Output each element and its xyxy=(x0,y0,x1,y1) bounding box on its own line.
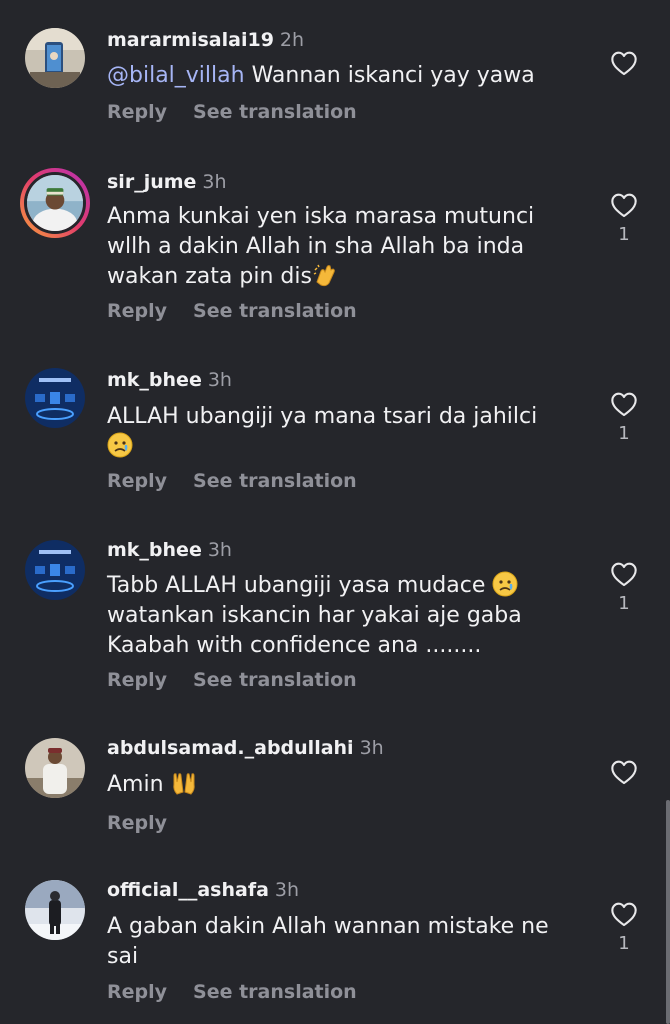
see-translation-button[interactable]: See translation xyxy=(193,467,357,495)
username[interactable]: mk_bhee xyxy=(107,369,202,391)
like-count: 1 xyxy=(618,423,630,444)
open-hands-icon xyxy=(172,773,195,795)
crying-face-icon xyxy=(107,432,133,458)
avatar-photo-icon xyxy=(25,738,85,798)
comment-body: Wannan iskanci yay yawa xyxy=(244,63,535,88)
mention-link[interactable]: @bilal_villah xyxy=(107,63,245,88)
like-count: 1 xyxy=(618,224,630,245)
heart-icon xyxy=(611,760,637,785)
avatar[interactable] xyxy=(25,540,85,600)
reply-button[interactable]: Reply xyxy=(107,809,167,837)
reply-button[interactable]: Reply xyxy=(107,467,167,495)
avatar-photo-icon xyxy=(25,368,85,428)
username[interactable]: mararmisalai19 xyxy=(107,29,274,51)
comment-body: Tabb ALLAH ubangiji yasa mudace xyxy=(107,573,493,598)
comment-body: Amin xyxy=(107,772,171,797)
avatar[interactable] xyxy=(25,28,85,88)
timestamp: 3h xyxy=(207,539,232,561)
heart-icon xyxy=(611,51,637,76)
scrollbar[interactable] xyxy=(666,800,670,1024)
heart-icon xyxy=(611,193,637,218)
avatar-photo-icon xyxy=(25,28,85,88)
username[interactable]: mk_bhee xyxy=(107,539,202,561)
see-translation-button[interactable]: See translation xyxy=(193,98,357,126)
like-button[interactable] xyxy=(609,759,639,785)
username[interactable]: abdulsamad._abdullahi xyxy=(107,737,354,759)
like-button[interactable]: 1 xyxy=(609,391,639,444)
comment-body: watankan iskancin har yakai aje gaba Kaa… xyxy=(107,603,522,658)
comment-text: @bilal_villah Wannan iskanci yay yawa xyxy=(107,61,577,91)
avatar[interactable] xyxy=(25,880,85,940)
avatar[interactable] xyxy=(20,168,90,238)
comment-text: ALLAH ubangiji ya mana tsari da jahilci xyxy=(107,402,577,462)
like-button[interactable]: 1 xyxy=(609,192,639,245)
like-button[interactable]: 1 xyxy=(609,561,639,614)
reply-button[interactable]: Reply xyxy=(107,297,167,325)
comment-text: Tabb ALLAH ubangiji yasa mudace watankan… xyxy=(107,571,577,661)
heart-icon xyxy=(611,392,637,417)
see-translation-button[interactable]: See translation xyxy=(193,666,357,694)
comment-text: Anma kunkai yen iska marasa mutunci wllh… xyxy=(107,202,577,292)
comment-text: Amin xyxy=(107,770,577,800)
like-button[interactable]: 1 xyxy=(609,901,639,954)
crying-face-icon xyxy=(492,571,518,597)
avatar[interactable] xyxy=(25,738,85,798)
like-button[interactable] xyxy=(609,50,639,76)
username[interactable]: sir_jume xyxy=(107,171,196,193)
comment-body: A gaban dakin Allah wannan mistake ne sa… xyxy=(107,914,549,969)
reply-button[interactable]: Reply xyxy=(107,666,167,694)
comment-text: A gaban dakin Allah wannan mistake ne sa… xyxy=(107,912,577,972)
see-translation-button[interactable]: See translation xyxy=(193,297,357,325)
timestamp: 3h xyxy=(274,879,300,901)
timestamp: 3h xyxy=(202,171,227,193)
reply-button[interactable]: Reply xyxy=(107,978,167,1006)
username[interactable]: official__ashafa xyxy=(107,879,269,901)
timestamp: 3h xyxy=(359,737,384,759)
reply-button[interactable]: Reply xyxy=(107,98,167,126)
avatar[interactable] xyxy=(25,368,85,428)
heart-icon xyxy=(611,902,637,927)
timestamp: 3h xyxy=(207,369,232,391)
timestamp: 2h xyxy=(279,29,305,51)
clapping-hands-icon xyxy=(313,264,335,287)
comments-screen: mararmisalai19 2h @bilal_villah Wannan is… xyxy=(0,0,670,1024)
avatar-photo-icon xyxy=(25,880,85,940)
see-translation-button[interactable]: See translation xyxy=(193,978,357,1006)
avatar-photo-icon xyxy=(27,175,83,231)
like-count: 1 xyxy=(618,593,630,614)
comment-body: ALLAH ubangiji ya mana tsari da jahilci xyxy=(107,404,538,429)
heart-icon xyxy=(611,562,637,587)
avatar-photo-icon xyxy=(25,540,85,600)
like-count: 1 xyxy=(618,933,630,954)
